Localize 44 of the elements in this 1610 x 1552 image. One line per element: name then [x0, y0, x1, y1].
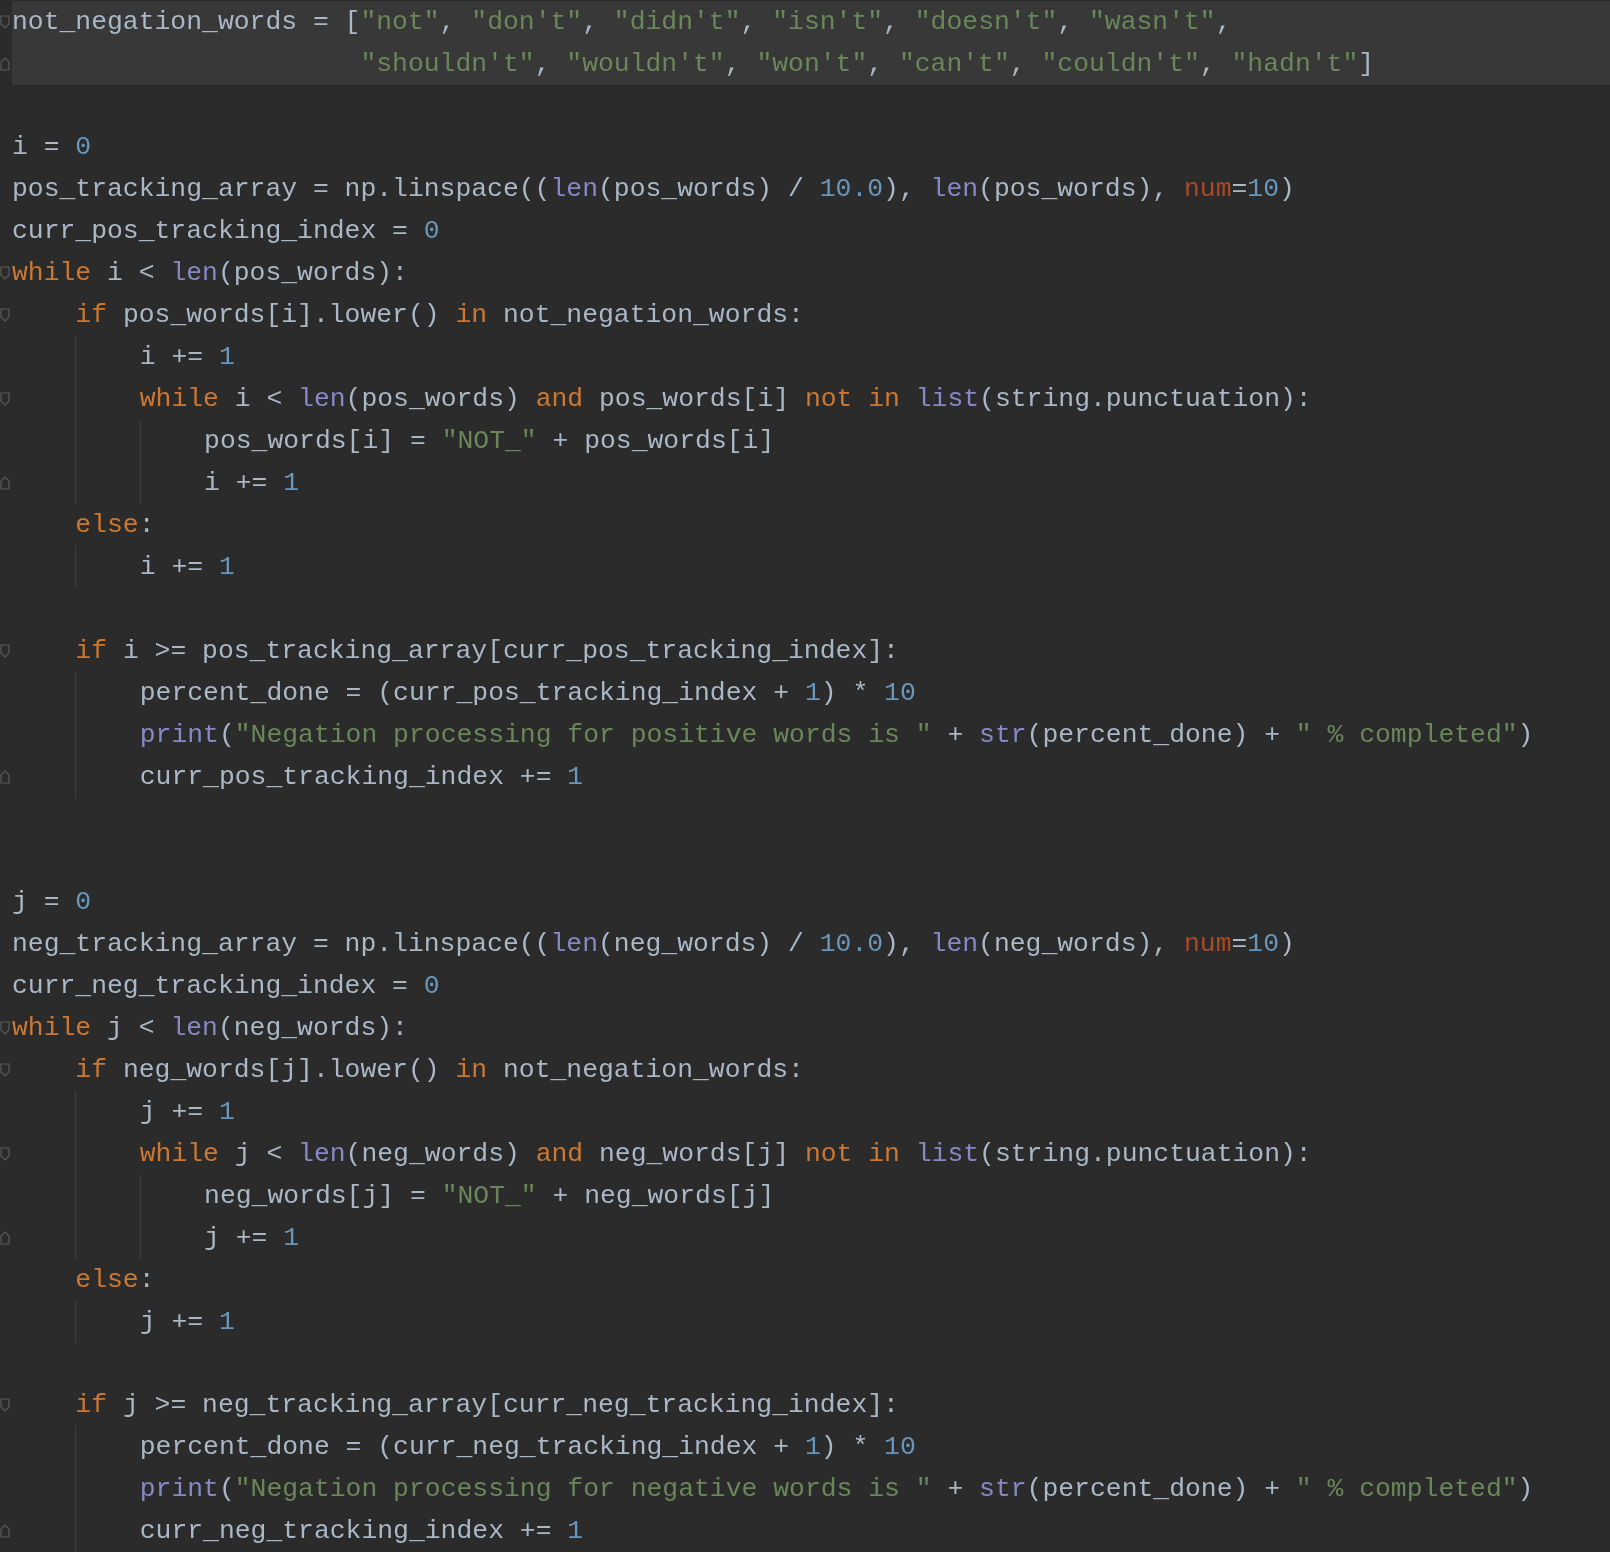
code-line: pos_words[i] = "NOT_" + pos_words[i] — [12, 420, 1610, 463]
code-line: while i < len(pos_words): — [12, 257, 409, 291]
code-line: curr_neg_tracking_index += 1 — [12, 1510, 1610, 1552]
code-line: j += 1 — [12, 1216, 1610, 1259]
code-line: i = 0 — [12, 131, 93, 165]
fold-marker-icon[interactable] — [0, 475, 10, 492]
fold-marker-icon[interactable] — [0, 768, 10, 785]
code-line: j += 1 — [12, 1300, 1610, 1343]
code-line: percent_done = (curr_pos_tracking_index + 1) * 10 — [12, 671, 1610, 714]
code-line: curr_pos_tracking_index = 0 — [12, 215, 441, 249]
code-line: print("Negation processing for positive words is " + str(percent_done) + " % completed") — [12, 713, 1610, 756]
code-line: percent_done = (curr_neg_tracking_index + 1) * 10 — [12, 1426, 1610, 1469]
code-line: i += 1 — [12, 546, 1610, 589]
fold-marker-icon[interactable] — [0, 1020, 10, 1037]
fold-marker-icon[interactable] — [0, 1062, 10, 1078]
fold-marker-icon[interactable] — [0, 265, 10, 282]
code-line: while j < len(neg_words) and neg_words[j] not in list(string.punctuation): — [12, 1132, 1610, 1175]
code-line: j += 1 — [12, 1090, 1610, 1133]
code-line: if pos_words[i].lower() in not_negation_words: — [74, 299, 805, 333]
code-line: else: — [74, 509, 156, 543]
fold-marker-icon[interactable] — [0, 1229, 10, 1246]
fold-marker-icon[interactable] — [0, 391, 10, 408]
code-line: print("Negation processing for negative words is " + str(percent_done) + " % completed") — [12, 1468, 1610, 1511]
code-line: if neg_words[j].lower() in not_negation_words: — [74, 1053, 805, 1087]
code-line: curr_neg_tracking_index = 0 — [12, 969, 441, 1003]
code-line: i += 1 — [12, 336, 1610, 379]
fold-marker-icon[interactable] — [0, 55, 10, 72]
code-line: while j < len(neg_words): — [12, 1011, 409, 1045]
fold-marker-icon[interactable] — [0, 642, 10, 659]
fold-marker-icon[interactable] — [0, 1523, 10, 1540]
code-line: if j >= neg_tracking_array[curr_neg_tracking_index]: — [74, 1389, 900, 1423]
code-line: else: — [74, 1263, 156, 1297]
code-line: if i >= pos_tracking_array[curr_pos_tracking_index]: — [74, 634, 900, 668]
fold-marker-icon[interactable] — [0, 1145, 10, 1162]
fold-marker-icon[interactable] — [0, 13, 10, 30]
fold-marker-icon[interactable] — [0, 307, 10, 324]
code-line: neg_words[j] = "NOT_" + neg_words[j] — [12, 1174, 1610, 1217]
code-line: neg_tracking_array = np.linspace((len(neg_words) / 10.0), len(neg_words), num=10) — [12, 927, 1296, 961]
code-line: i += 1 — [12, 462, 1610, 505]
code-line: pos_tracking_array = np.linspace((len(pos_words) / 10.0), len(pos_words), num=10) — [12, 173, 1296, 207]
code-line: j = 0 — [12, 885, 93, 919]
code-line: curr_pos_tracking_index += 1 — [12, 755, 1610, 798]
code-line: while i < len(pos_words) and pos_words[i] not in list(string.punctuation): — [12, 378, 1610, 421]
fold-marker-icon[interactable] — [0, 1397, 10, 1414]
